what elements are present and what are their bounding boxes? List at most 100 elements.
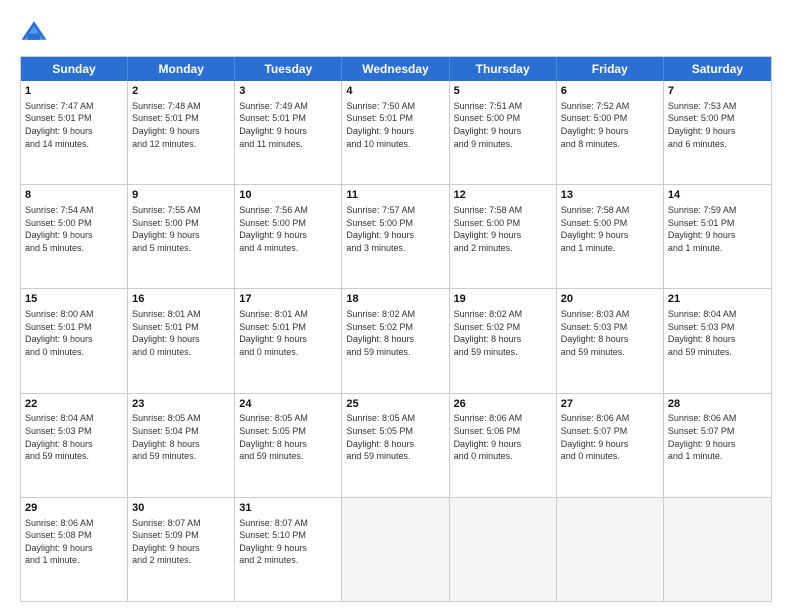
calendar-row-4: 22Sunrise: 8:04 AM Sunset: 5:03 PM Dayli… — [21, 394, 771, 498]
day-number: 29 — [25, 501, 123, 516]
day-header-saturday: Saturday — [664, 57, 771, 81]
page: SundayMondayTuesdayWednesdayThursdayFrid… — [0, 0, 792, 612]
day-number: 12 — [454, 188, 552, 203]
day-info: Sunrise: 8:01 AM Sunset: 5:01 PM Dayligh… — [239, 309, 308, 357]
day-header-wednesday: Wednesday — [342, 57, 449, 81]
day-info: Sunrise: 7:53 AM Sunset: 5:00 PM Dayligh… — [668, 101, 737, 149]
day-info: Sunrise: 7:55 AM Sunset: 5:00 PM Dayligh… — [132, 205, 201, 253]
day-cell-17: 17 Sunrise: 8:01 AM Sunset: 5:01 PM Dayli… — [235, 289, 342, 392]
logo-icon — [20, 18, 48, 46]
day-info: Sunrise: 7:50 AM Sunset: 5:01 PM Dayligh… — [346, 101, 415, 149]
day-cell-24: 24Sunrise: 8:05 AM Sunset: 5:05 PM Dayli… — [235, 394, 342, 497]
empty-cell — [664, 498, 771, 601]
day-info: Sunrise: 7:49 AM Sunset: 5:01 PM Dayligh… — [239, 101, 308, 149]
day-cell-16: 16 Sunrise: 8:01 AM Sunset: 5:01 PM Dayli… — [128, 289, 235, 392]
day-info: Sunrise: 7:58 AM Sunset: 5:00 PM Dayligh… — [454, 205, 523, 253]
day-cell-11: 11 Sunrise: 7:57 AM Sunset: 5:00 PM Dayli… — [342, 185, 449, 288]
day-cell-15: 15 Sunrise: 8:00 AM Sunset: 5:01 PM Dayli… — [21, 289, 128, 392]
day-number: 17 — [239, 292, 337, 307]
day-info: Sunrise: 8:02 AM Sunset: 5:02 PM Dayligh… — [346, 309, 415, 357]
day-info: Sunrise: 8:06 AM Sunset: 5:07 PM Dayligh… — [561, 413, 630, 461]
day-info: Sunrise: 8:07 AM Sunset: 5:09 PM Dayligh… — [132, 518, 201, 566]
day-number: 7 — [668, 84, 767, 99]
day-number: 18 — [346, 292, 444, 307]
day-cell-20: 20Sunrise: 8:03 AM Sunset: 5:03 PM Dayli… — [557, 289, 664, 392]
day-info: Sunrise: 7:57 AM Sunset: 5:00 PM Dayligh… — [346, 205, 415, 253]
day-info: Sunrise: 7:51 AM Sunset: 5:00 PM Dayligh… — [454, 101, 523, 149]
day-number: 19 — [454, 292, 552, 307]
empty-cell — [557, 498, 664, 601]
day-info: Sunrise: 8:01 AM Sunset: 5:01 PM Dayligh… — [132, 309, 201, 357]
day-cell-7: 7 Sunrise: 7:53 AM Sunset: 5:00 PM Daylig… — [664, 81, 771, 184]
day-header-friday: Friday — [557, 57, 664, 81]
day-number: 25 — [346, 397, 444, 412]
day-number: 13 — [561, 188, 659, 203]
day-info: Sunrise: 8:06 AM Sunset: 5:06 PM Dayligh… — [454, 413, 523, 461]
day-cell-9: 9Sunrise: 7:55 AM Sunset: 5:00 PM Daylig… — [128, 185, 235, 288]
day-number: 20 — [561, 292, 659, 307]
day-info: Sunrise: 7:47 AM Sunset: 5:01 PM Dayligh… — [25, 101, 94, 149]
day-info: Sunrise: 8:00 AM Sunset: 5:01 PM Dayligh… — [25, 309, 94, 357]
day-info: Sunrise: 7:54 AM Sunset: 5:00 PM Dayligh… — [25, 205, 94, 253]
calendar-row-3: 15 Sunrise: 8:00 AM Sunset: 5:01 PM Dayli… — [21, 289, 771, 393]
calendar-row-5: 29Sunrise: 8:06 AM Sunset: 5:08 PM Dayli… — [21, 498, 771, 601]
day-cell-26: 26Sunrise: 8:06 AM Sunset: 5:06 PM Dayli… — [450, 394, 557, 497]
day-info: Sunrise: 8:07 AM Sunset: 5:10 PM Dayligh… — [239, 518, 308, 566]
day-info: Sunrise: 7:59 AM Sunset: 5:01 PM Dayligh… — [668, 205, 737, 253]
day-cell-19: 19Sunrise: 8:02 AM Sunset: 5:02 PM Dayli… — [450, 289, 557, 392]
day-number: 31 — [239, 501, 337, 516]
day-cell-28: 28Sunrise: 8:06 AM Sunset: 5:07 PM Dayli… — [664, 394, 771, 497]
day-cell-31: 31 Sunrise: 8:07 AM Sunset: 5:10 PM Dayli… — [235, 498, 342, 601]
day-header-thursday: Thursday — [450, 57, 557, 81]
day-info: Sunrise: 8:04 AM Sunset: 5:03 PM Dayligh… — [25, 413, 94, 461]
calendar-body: 1 Sunrise: 7:47 AM Sunset: 5:01 PM Daylig… — [21, 81, 771, 601]
day-number: 8 — [25, 188, 123, 203]
empty-cell — [342, 498, 449, 601]
day-info: Sunrise: 7:48 AM Sunset: 5:01 PM Dayligh… — [132, 101, 201, 149]
day-cell-5: 5Sunrise: 7:51 AM Sunset: 5:00 PM Daylig… — [450, 81, 557, 184]
day-cell-30: 30 Sunrise: 8:07 AM Sunset: 5:09 PM Dayli… — [128, 498, 235, 601]
day-number: 2 — [132, 84, 230, 99]
day-cell-14: 14 Sunrise: 7:59 AM Sunset: 5:01 PM Dayli… — [664, 185, 771, 288]
day-header-monday: Monday — [128, 57, 235, 81]
empty-cell — [450, 498, 557, 601]
day-cell-13: 13 Sunrise: 7:58 AM Sunset: 5:00 PM Dayli… — [557, 185, 664, 288]
day-number: 1 — [25, 84, 123, 99]
day-cell-2: 2 Sunrise: 7:48 AM Sunset: 5:01 PM Daylig… — [128, 81, 235, 184]
day-info: Sunrise: 7:56 AM Sunset: 5:00 PM Dayligh… — [239, 205, 308, 253]
day-number: 14 — [668, 188, 767, 203]
day-cell-12: 12 Sunrise: 7:58 AM Sunset: 5:00 PM Dayli… — [450, 185, 557, 288]
calendar-header: SundayMondayTuesdayWednesdayThursdayFrid… — [21, 57, 771, 81]
day-number: 30 — [132, 501, 230, 516]
day-number: 16 — [132, 292, 230, 307]
day-number: 27 — [561, 397, 659, 412]
day-number: 15 — [25, 292, 123, 307]
day-number: 10 — [239, 188, 337, 203]
day-info: Sunrise: 8:06 AM Sunset: 5:07 PM Dayligh… — [668, 413, 737, 461]
day-number: 11 — [346, 188, 444, 203]
day-info: Sunrise: 8:04 AM Sunset: 5:03 PM Dayligh… — [668, 309, 737, 357]
day-info: Sunrise: 8:05 AM Sunset: 5:05 PM Dayligh… — [239, 413, 308, 461]
day-cell-22: 22Sunrise: 8:04 AM Sunset: 5:03 PM Dayli… — [21, 394, 128, 497]
day-header-sunday: Sunday — [21, 57, 128, 81]
day-number: 6 — [561, 84, 659, 99]
day-number: 26 — [454, 397, 552, 412]
calendar-row-1: 1 Sunrise: 7:47 AM Sunset: 5:01 PM Daylig… — [21, 81, 771, 185]
day-cell-21: 21 Sunrise: 8:04 AM Sunset: 5:03 PM Dayli… — [664, 289, 771, 392]
day-cell-23: 23Sunrise: 8:05 AM Sunset: 5:04 PM Dayli… — [128, 394, 235, 497]
day-number: 21 — [668, 292, 767, 307]
day-cell-8: 8 Sunrise: 7:54 AM Sunset: 5:00 PM Daylig… — [21, 185, 128, 288]
day-number: 24 — [239, 397, 337, 412]
day-cell-18: 18 Sunrise: 8:02 AM Sunset: 5:02 PM Dayli… — [342, 289, 449, 392]
day-number: 22 — [25, 397, 123, 412]
day-cell-3: 3Sunrise: 7:49 AM Sunset: 5:01 PM Daylig… — [235, 81, 342, 184]
day-number: 23 — [132, 397, 230, 412]
day-info: Sunrise: 7:58 AM Sunset: 5:00 PM Dayligh… — [561, 205, 630, 253]
day-info: Sunrise: 8:05 AM Sunset: 5:04 PM Dayligh… — [132, 413, 201, 461]
day-info: Sunrise: 7:52 AM Sunset: 5:00 PM Dayligh… — [561, 101, 630, 149]
day-header-tuesday: Tuesday — [235, 57, 342, 81]
day-cell-27: 27Sunrise: 8:06 AM Sunset: 5:07 PM Dayli… — [557, 394, 664, 497]
day-number: 4 — [346, 84, 444, 99]
calendar-row-2: 8 Sunrise: 7:54 AM Sunset: 5:00 PM Daylig… — [21, 185, 771, 289]
day-cell-25: 25Sunrise: 8:05 AM Sunset: 5:05 PM Dayli… — [342, 394, 449, 497]
